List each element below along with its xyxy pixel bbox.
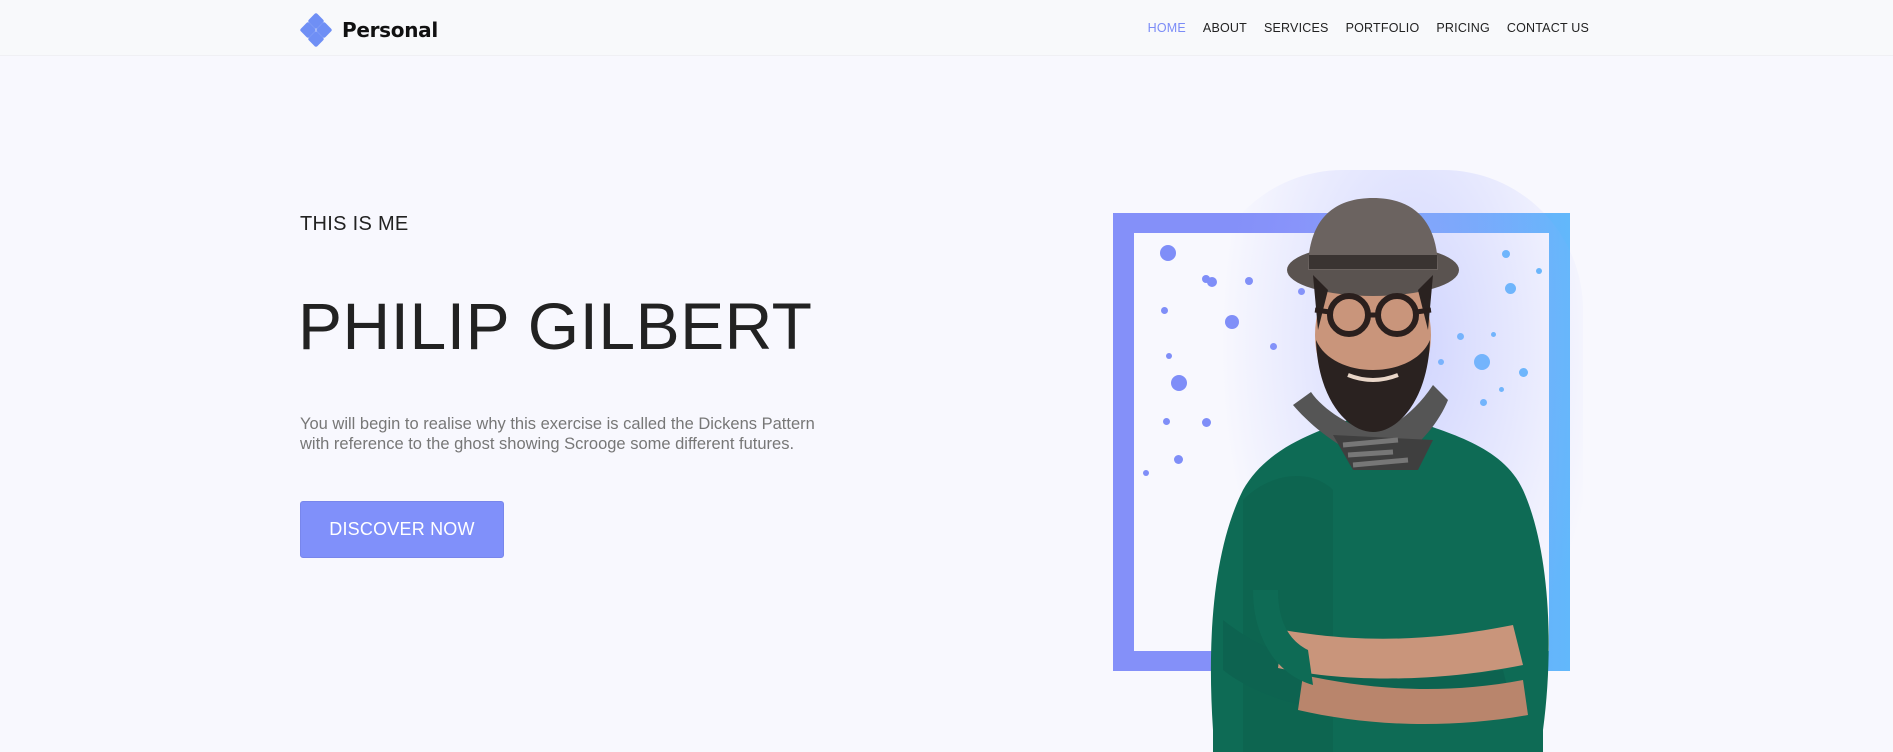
diamond-cluster-icon	[299, 12, 333, 48]
hero-title: PHILIP GILBERT	[298, 289, 813, 363]
main-nav: HOME ABOUT SERVICES PORTFOLIO PRICING CO…	[1148, 21, 1589, 35]
site-header: Personal HOME ABOUT SERVICES PORTFOLIO P…	[0, 0, 1893, 56]
discover-now-button[interactable]: DISCOVER NOW	[300, 501, 504, 558]
decorative-dot	[1166, 353, 1172, 359]
decorative-dot	[1163, 418, 1170, 425]
nav-item-services[interactable]: SERVICES	[1264, 21, 1329, 35]
brand-logo[interactable]: Personal	[299, 12, 438, 48]
hero-description: You will begin to realise why this exerc…	[300, 415, 815, 453]
nav-item-home[interactable]: HOME	[1148, 21, 1186, 35]
portrait-image	[1210, 198, 1549, 752]
nav-item-pricing[interactable]: PRICING	[1436, 21, 1490, 35]
decorative-dot	[1143, 470, 1149, 476]
nav-item-portfolio[interactable]: PORTFOLIO	[1346, 21, 1420, 35]
decorative-dot	[1161, 307, 1168, 314]
decorative-dot	[1160, 245, 1176, 261]
hero-illustration	[1113, 170, 1583, 752]
nav-item-contact[interactable]: CONTACT US	[1507, 21, 1589, 35]
hero-eyebrow: THIS IS ME	[300, 213, 409, 235]
nav-item-about[interactable]: ABOUT	[1203, 21, 1247, 35]
decorative-dot	[1174, 455, 1183, 464]
brand-name: Personal	[342, 18, 438, 42]
